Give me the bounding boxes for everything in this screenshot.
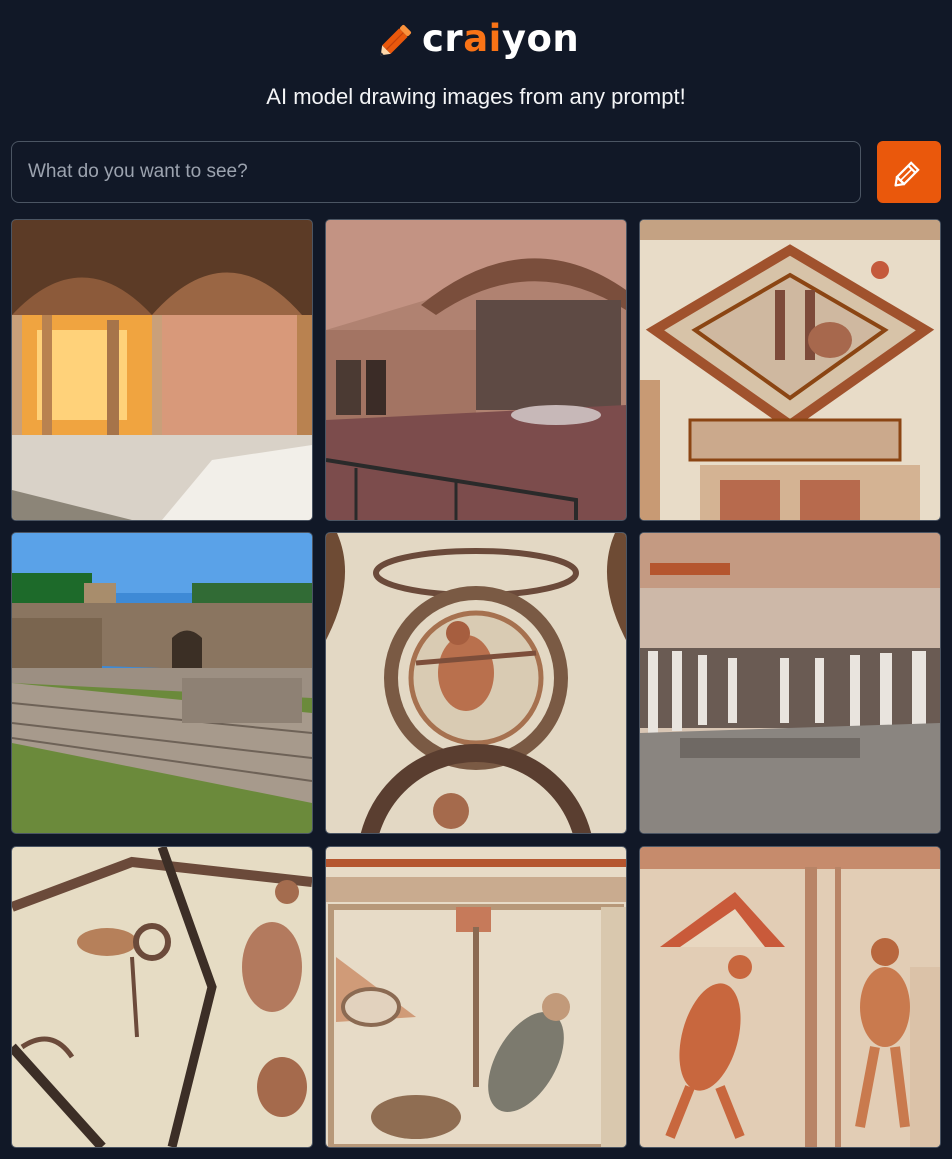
image-figure-mosaic [640,847,940,1147]
generated-image-5[interactable] [325,532,627,834]
pencil-icon [894,161,920,187]
image-colonnaded-hall [640,533,940,833]
image-geometric-mosaic [640,220,940,520]
brand-logo[interactable]: craiyon [422,14,579,64]
generated-image-4[interactable] [11,532,313,834]
generated-image-3[interactable] [639,219,941,521]
image-arched-interior [12,220,312,520]
brand-name-suffix: yon [501,17,580,60]
generated-image-8[interactable] [325,846,627,1148]
generated-image-1[interactable] [11,219,313,521]
image-bird-mosaic [12,847,312,1147]
draw-button[interactable] [877,141,941,203]
pencil-icon [380,24,412,56]
header: craiyon [0,14,952,66]
prompt-input[interactable] [11,141,861,203]
generated-image-6[interactable] [639,532,941,834]
brand-name-prefix: cr [422,17,464,60]
brand-name-accent: ai [463,17,502,60]
image-bird-border-mosaic [326,847,626,1147]
image-circular-mosaic [326,533,626,833]
generated-image-7[interactable] [11,846,313,1148]
generated-image-9[interactable] [639,846,941,1148]
generated-image-2[interactable] [325,219,627,521]
image-grid [11,219,941,1148]
tagline: AI model drawing images from any prompt! [266,84,686,109]
image-brick-corridor [326,220,626,520]
image-stone-ruins [12,533,312,833]
